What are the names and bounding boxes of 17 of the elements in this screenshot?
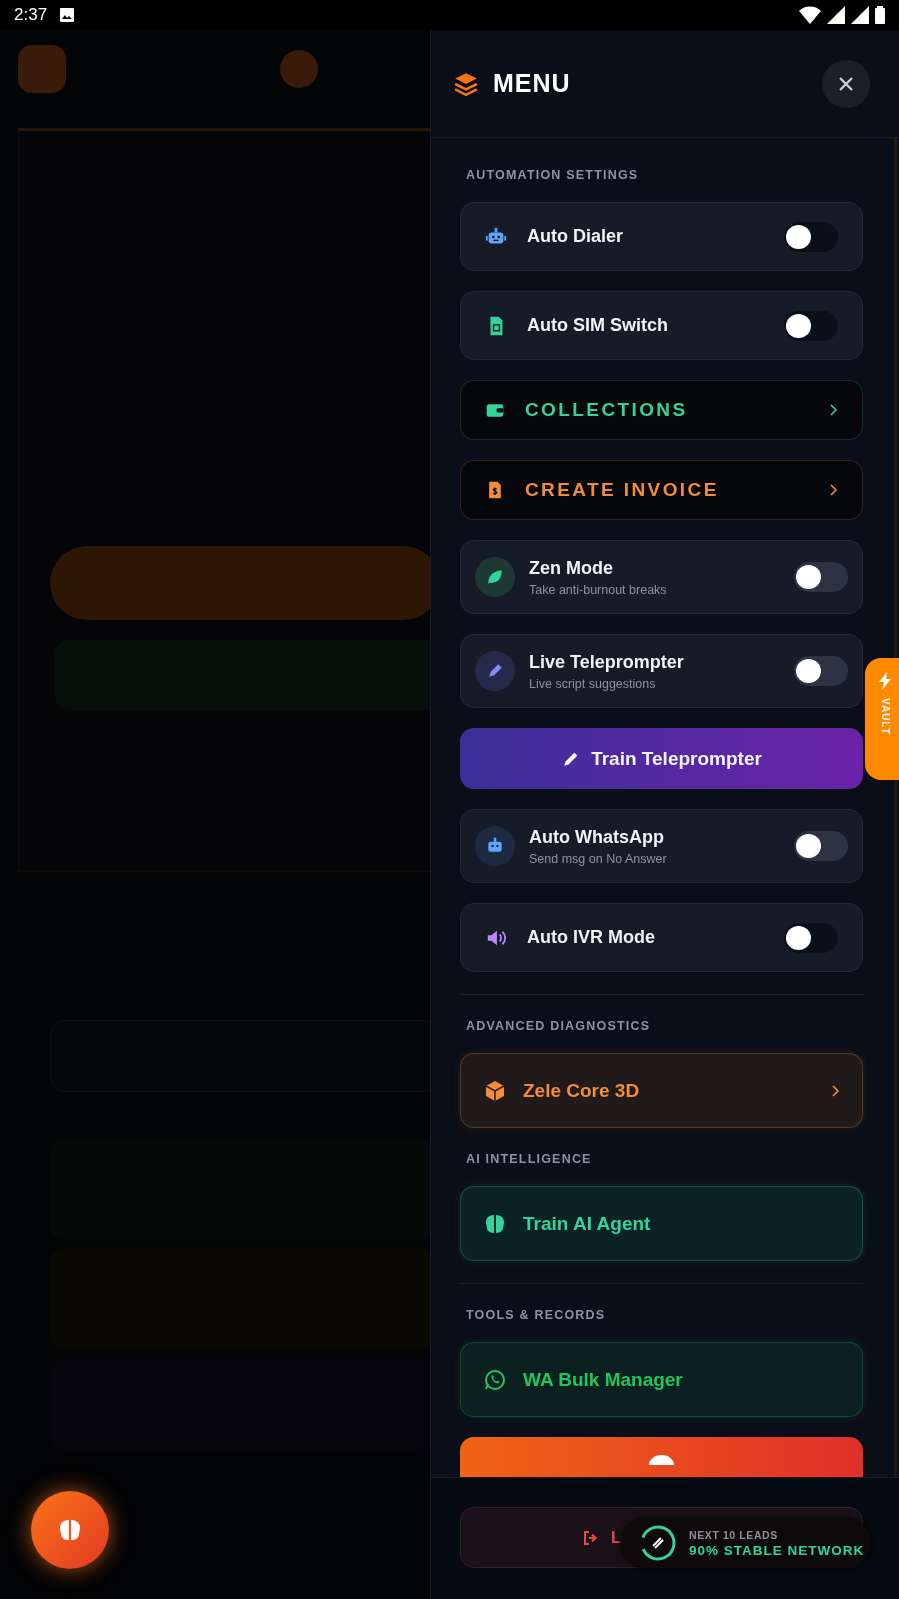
menu-title: MENU: [493, 69, 571, 98]
setting-description: Live script suggestions: [529, 676, 657, 691]
setting-label: Auto WhatsApp: [529, 826, 665, 848]
setting-label: Zen Mode: [529, 557, 614, 579]
setting-description: Send msg on No Answer: [529, 851, 667, 866]
clock: 2:37: [14, 5, 48, 25]
section-title: ADVANCED DIAGNOSTICS: [466, 1019, 652, 1033]
section-title: AI INTELLIGENCE: [466, 1152, 593, 1166]
section-title: TOOLS & RECORDS: [466, 1308, 607, 1322]
setting-description: Take anti-burnout breaks: [529, 582, 667, 597]
section-title: AUTOMATION SETTINGS: [466, 168, 640, 182]
setting-label: Auto IVR Mode: [527, 927, 655, 948]
network-status: 90% STABLE NETWORK: [689, 1542, 865, 1558]
setting-label: Live Teleprompter: [529, 651, 684, 673]
setting-label: Auto SIM Switch: [527, 315, 668, 336]
setting-label: Auto Dialer: [527, 226, 623, 247]
network-caption: NEXT 10 LEADS: [689, 1528, 779, 1541]
